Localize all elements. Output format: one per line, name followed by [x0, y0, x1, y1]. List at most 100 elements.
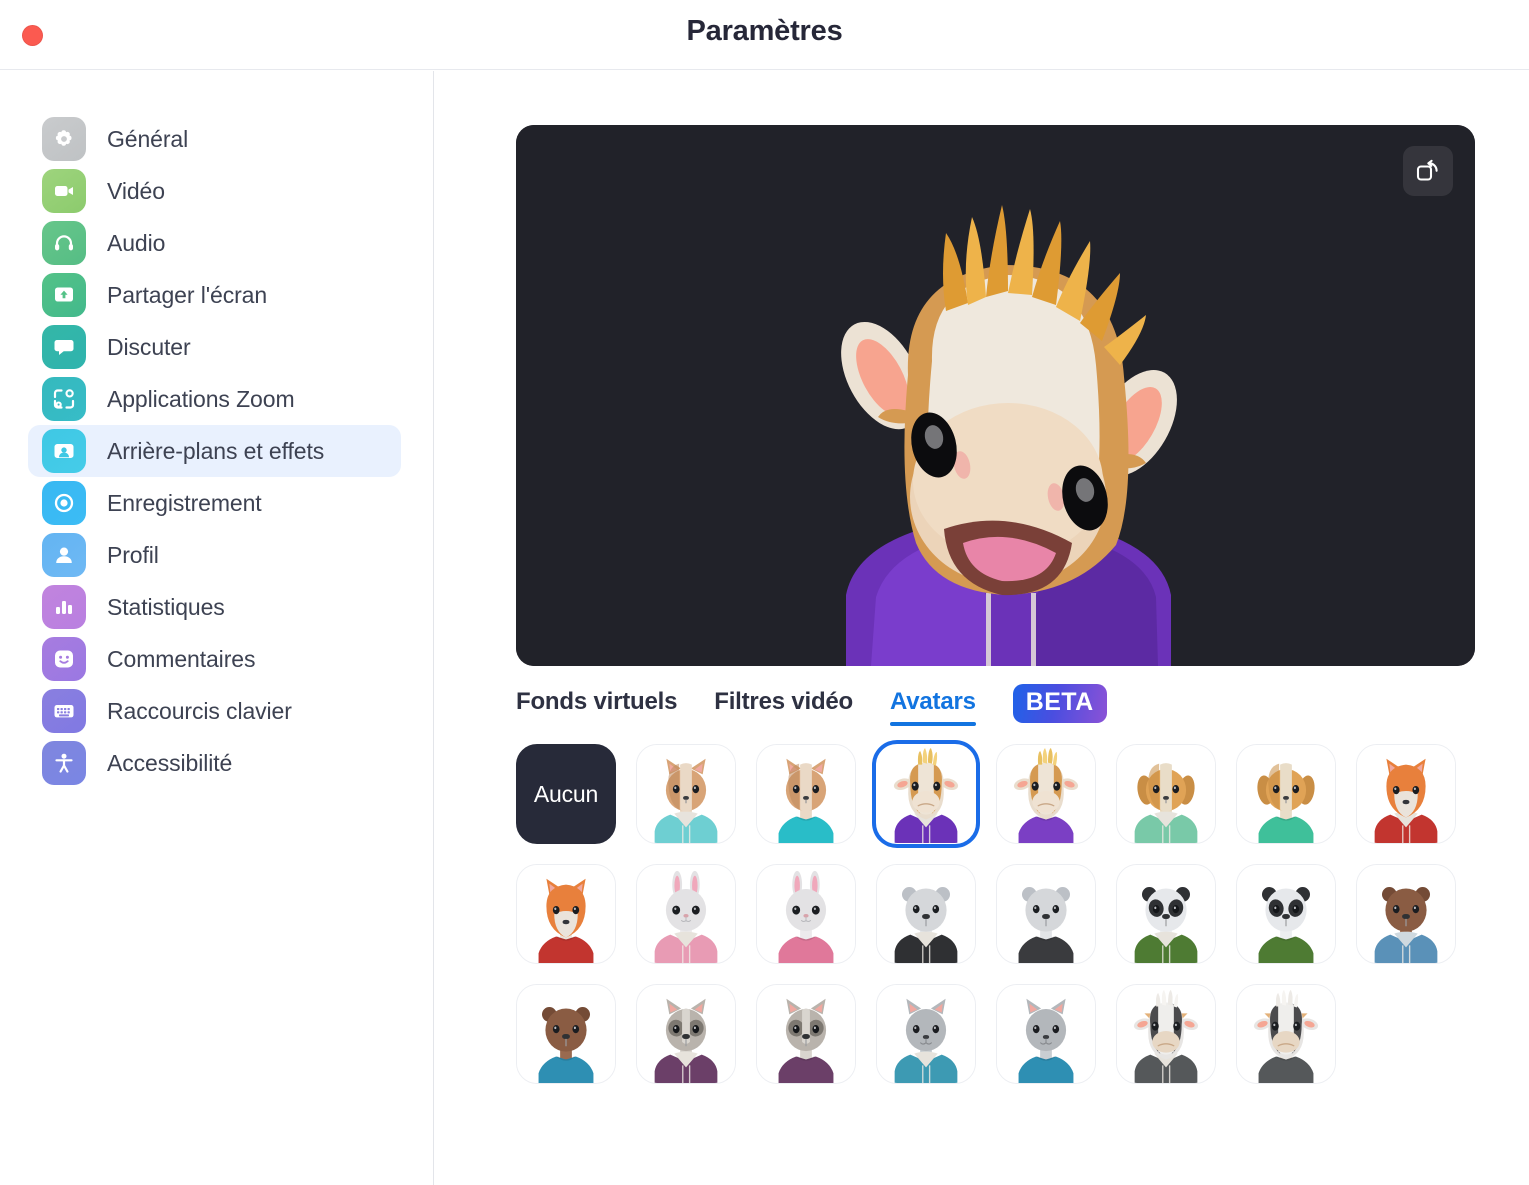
avatar-tile-none[interactable]: Aucun [516, 744, 616, 844]
background-icon [42, 429, 86, 473]
avatar-tile[interactable] [996, 744, 1096, 844]
sidebar-item-label: Profil [107, 541, 159, 568]
background-icon [54, 444, 74, 458]
tab-1[interactable]: Filtres vidéo [714, 688, 853, 726]
sidebar-item-label: Partager l'écran [107, 281, 268, 308]
sidebar-item-label: Raccourcis clavier [107, 697, 292, 724]
sidebar-item-7[interactable]: Enregistrement [28, 477, 401, 529]
chat-bubble-icon [54, 340, 74, 355]
beta-badge: BETA [1012, 683, 1107, 723]
chat-bubble-icon [42, 325, 86, 369]
sidebar-item-8[interactable]: Profil [28, 529, 401, 581]
sidebar-item-label: Vidéo [107, 177, 165, 204]
share-screen-icon [42, 273, 86, 317]
avatar-thumb-render [1237, 985, 1335, 1083]
avatar-thumb-render [757, 985, 855, 1083]
sidebar-item-label: Arrière-plans et effets [107, 437, 325, 464]
effects-tab-bar: Fonds virtuels Filtres vidéo Avatars BETA [516, 683, 1107, 726]
settings-window: Paramètres Général Vidéo Audio Partager … [0, 0, 1529, 1185]
sidebar-item-9[interactable]: Statistiques [28, 581, 401, 633]
avatar-thumb-render [877, 985, 975, 1083]
avatar-tile[interactable] [756, 984, 856, 1084]
avatar-none-label: Aucun [533, 780, 599, 807]
avatar-tile[interactable] [756, 744, 856, 844]
avatar-tile[interactable] [516, 864, 616, 964]
gear-icon [42, 117, 86, 161]
avatar-thumb-render [757, 745, 855, 843]
avatar-thumb-render [637, 865, 735, 963]
smiley-face-icon [42, 637, 86, 681]
video-camera-icon [55, 186, 73, 196]
tab-0[interactable]: Fonds virtuels [516, 688, 677, 726]
avatar-thumb-render [637, 745, 735, 843]
avatar-tile[interactable] [636, 744, 736, 844]
avatar-thumb-render [517, 985, 615, 1083]
sidebar-item-label: Audio [107, 229, 166, 256]
avatar-tile[interactable] [1356, 744, 1456, 844]
sidebar-item-3[interactable]: Partager l'écran [28, 269, 401, 321]
avatar-tile[interactable] [516, 984, 616, 1084]
zoom-apps-icon [42, 377, 86, 421]
sidebar-item-2[interactable]: Audio [28, 217, 401, 269]
sidebar-item-0[interactable]: Général [28, 113, 401, 165]
sidebar-item-4[interactable]: Discuter [28, 321, 401, 373]
flip-camera-icon[interactable] [1403, 146, 1453, 196]
avatar-tile[interactable] [1356, 864, 1456, 964]
settings-main-pane: Fonds virtuels Filtres vidéo Avatars BETA A… [435, 71, 1529, 1185]
avatar-preview-stage [516, 125, 1475, 666]
tab-2[interactable]: Avatars [890, 688, 976, 726]
avatar-tile[interactable] [636, 984, 736, 1084]
accessibility-icon [42, 741, 86, 785]
avatar-thumb-render [1357, 865, 1455, 963]
sidebar-item-label: Accessibilité [107, 749, 233, 776]
avatar-thumb-render [517, 865, 615, 963]
avatar-tile[interactable] [636, 864, 736, 964]
share-screen-icon [55, 287, 73, 302]
avatar-thumb-render [1237, 745, 1335, 843]
sidebar-item-label: Applications Zoom [107, 385, 295, 412]
sidebar-item-label: Enregistrement [107, 489, 262, 516]
avatar-tile[interactable] [1236, 984, 1336, 1084]
avatar-tile[interactable] [1116, 864, 1216, 964]
avatar-preview-render [516, 125, 1475, 666]
sidebar-item-6[interactable]: Arrière-plans et effets [28, 425, 401, 477]
avatar-thumb-render [1237, 865, 1335, 963]
avatar-tile[interactable] [756, 864, 856, 964]
sidebar-item-1[interactable]: Vidéo [28, 165, 401, 217]
avatar-tile[interactable] [1116, 984, 1216, 1084]
avatar-thumb-render [757, 865, 855, 963]
rotate-icon [1416, 159, 1438, 181]
avatar-tile[interactable] [1236, 864, 1336, 964]
sidebar-item-5[interactable]: Applications Zoom [28, 373, 401, 425]
record-circle-icon [42, 481, 86, 525]
avatar-tile[interactable] [1116, 744, 1216, 844]
sidebar-item-label: Commentaires [107, 645, 256, 672]
avatar-tile[interactable] [1236, 744, 1336, 844]
avatar-tile[interactable] [876, 984, 976, 1084]
keyboard-icon [42, 689, 86, 733]
avatar-tile[interactable] [876, 864, 976, 964]
avatar-tile[interactable] [996, 864, 1096, 964]
avatar-thumb-render [877, 865, 975, 963]
avatar-grid: Aucun [516, 744, 1516, 1084]
sidebar-item-label: Général [107, 125, 189, 152]
avatar-thumb-render [877, 745, 975, 843]
avatar-tile[interactable] [996, 984, 1096, 1084]
avatar-thumb-render [997, 865, 1095, 963]
page-title: Paramètres [686, 15, 843, 47]
avatar-thumb-render [637, 985, 735, 1083]
avatar-thumb-render [1357, 745, 1455, 843]
sidebar-item-10[interactable]: Commentaires [28, 633, 401, 685]
smiley-face-icon [55, 650, 73, 668]
keyboard-icon [54, 705, 74, 718]
person-icon [42, 533, 86, 577]
gear-icon [55, 130, 72, 146]
avatar-tile[interactable] [876, 744, 976, 844]
sidebar-item-11[interactable]: Raccourcis clavier [28, 685, 401, 737]
settings-sidebar: Général Vidéo Audio Partager l'écran Dis… [0, 71, 434, 1185]
video-preview [516, 125, 1475, 666]
sidebar-item-12[interactable]: Accessibilité [28, 737, 401, 789]
title-bar: Paramètres [0, 0, 1529, 70]
video-camera-icon [42, 169, 86, 213]
record-circle-icon [54, 493, 74, 513]
